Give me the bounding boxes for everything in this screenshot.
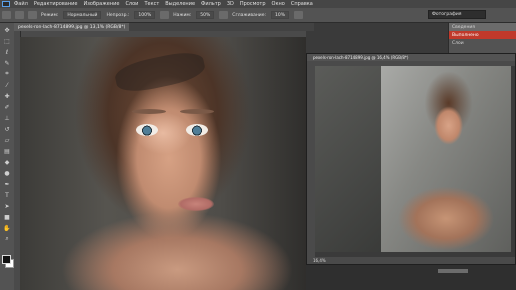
menu-window[interactable]: Окно (272, 1, 285, 7)
menu-edit[interactable]: Редактирование (34, 1, 78, 7)
floating-zoom-level: 16,4% (313, 258, 326, 263)
left-eye (136, 124, 158, 136)
opacity-label: Непрозр.: (106, 12, 130, 18)
brush-settings-icon[interactable] (28, 11, 37, 19)
menu-layers[interactable]: Слои (125, 1, 138, 7)
menu-help[interactable]: Справка (291, 1, 313, 7)
photoshop-logo-icon (2, 1, 10, 7)
marquee-icon[interactable]: ⬚ (3, 37, 11, 45)
flow-field[interactable]: 50% (196, 11, 215, 19)
panel-row-done-label: Выполнено (452, 32, 479, 38)
floating-window-title-text: pexels-ron-lach-8714899.jpg @ 16,4% (RGB… (313, 55, 409, 60)
layer-thumbnail[interactable] (438, 269, 468, 273)
left-eyebrow (132, 109, 166, 114)
crop-icon[interactable]: ⌗ (3, 70, 11, 78)
brush-icon[interactable]: ✐ (3, 103, 11, 111)
mode-label: Режим: (41, 12, 59, 18)
document-tabs: pexels-ron-lach-8714899.jpg @ 13,1% (RGB… (14, 23, 314, 31)
opacity-value: 100% (138, 12, 152, 18)
floating-canvas-shadow (315, 66, 381, 252)
panel-row-layers-label: Слои (452, 40, 464, 46)
right-panel: Сведения Выполнено Слои (448, 23, 516, 53)
floating-status-bar: 16,4% (307, 257, 515, 264)
path-select-icon[interactable]: ➤ (3, 202, 11, 210)
panel-row-done[interactable]: Выполнено (449, 31, 516, 39)
floating-document-window[interactable]: pexels-ron-lach-8714899.jpg @ 16,4% (RGB… (306, 53, 516, 265)
opacity-field[interactable]: 100% (134, 11, 156, 19)
menu-select[interactable]: Выделение (165, 1, 195, 7)
panel-row-info-label: Сведения (452, 24, 476, 30)
shape-icon[interactable]: ■ (3, 213, 11, 221)
move-icon[interactable]: ✥ (3, 26, 11, 34)
menu-filter[interactable]: Фильтр (201, 1, 221, 7)
lips (178, 197, 214, 211)
tools-panel: ✥ ⬚ ℓ ✎ ⌗ ⁄ ✚ ✐ ⊥ ↺ ▱ ▤ ◆ ● ✒ T ➤ ■ ✋ ⌕ (0, 23, 15, 290)
gradient-icon[interactable]: ▤ (3, 147, 11, 155)
eraser-icon[interactable]: ▱ (3, 136, 11, 144)
brush-preset-icon[interactable] (15, 11, 24, 19)
right-eyebrow (180, 109, 214, 114)
type-icon[interactable]: T (3, 191, 11, 199)
foreground-color-swatch[interactable] (2, 255, 11, 264)
eyedropper-icon[interactable]: ⁄ (3, 81, 11, 89)
mode-select[interactable]: Нормальный (63, 11, 102, 19)
clone-stamp-icon[interactable]: ⊥ (3, 114, 11, 122)
quick-select-icon[interactable]: ✎ (3, 59, 11, 67)
hand-icon[interactable]: ✋ (3, 224, 11, 232)
menu-type[interactable]: Текст (144, 1, 159, 7)
dodge-icon[interactable]: ● (3, 169, 11, 177)
smoothing-field[interactable]: 10% (270, 11, 289, 19)
smoothing-value: 10% (274, 12, 285, 18)
menu-bar: Файл Редактирование Изображение Слои Тек… (0, 0, 516, 8)
pen-icon[interactable]: ✒ (3, 180, 11, 188)
flow-label: Нажим: (173, 12, 192, 18)
workspace-value: Фотография (432, 12, 462, 17)
menu-image[interactable]: Изображение (83, 1, 119, 7)
blur-icon[interactable]: ◆ (3, 158, 11, 166)
floating-window-title[interactable]: pexels-ron-lach-8714899.jpg @ 16,4% (RGB… (307, 54, 515, 61)
history-brush-icon[interactable]: ↺ (3, 125, 11, 133)
smoothing-label: Сглаживание: (232, 12, 266, 18)
lasso-icon[interactable]: ℓ (3, 48, 11, 56)
pressure-opacity-icon[interactable] (160, 11, 170, 19)
tab-main-label: pexels-ron-lach-8714899.jpg @ 13,1% (RGB… (18, 24, 126, 30)
mode-value: Нормальный (67, 12, 98, 18)
smoothing-settings-icon[interactable] (294, 11, 303, 19)
panel-row-layers[interactable]: Слои (449, 39, 516, 47)
tool-preset-icon[interactable] (2, 11, 11, 19)
tab-main-document[interactable]: pexels-ron-lach-8714899.jpg @ 13,1% (RGB… (14, 23, 130, 31)
menu-view[interactable]: Просмотр (240, 1, 266, 7)
zoom-icon[interactable]: ⌕ (3, 235, 11, 243)
airbrush-icon[interactable] (219, 11, 229, 19)
color-swatches[interactable] (2, 255, 14, 268)
menu-3d[interactable]: 3D (227, 1, 234, 7)
light-shadow-band (112, 47, 208, 97)
main-canvas[interactable] (20, 37, 306, 290)
flow-value: 50% (200, 12, 211, 18)
right-eye (186, 124, 208, 136)
panel-row-info[interactable]: Сведения (449, 23, 516, 31)
options-bar: Режим: Нормальный Непрозр.: 100% Нажим: … (0, 8, 516, 23)
floating-vertical-ruler[interactable] (307, 61, 315, 264)
bottom-panel-area (306, 265, 516, 290)
healing-icon[interactable]: ✚ (3, 92, 11, 100)
workspace-select[interactable]: Фотография (428, 10, 486, 19)
menu-file[interactable]: Файл (14, 1, 28, 7)
floating-canvas-image[interactable] (381, 66, 511, 252)
